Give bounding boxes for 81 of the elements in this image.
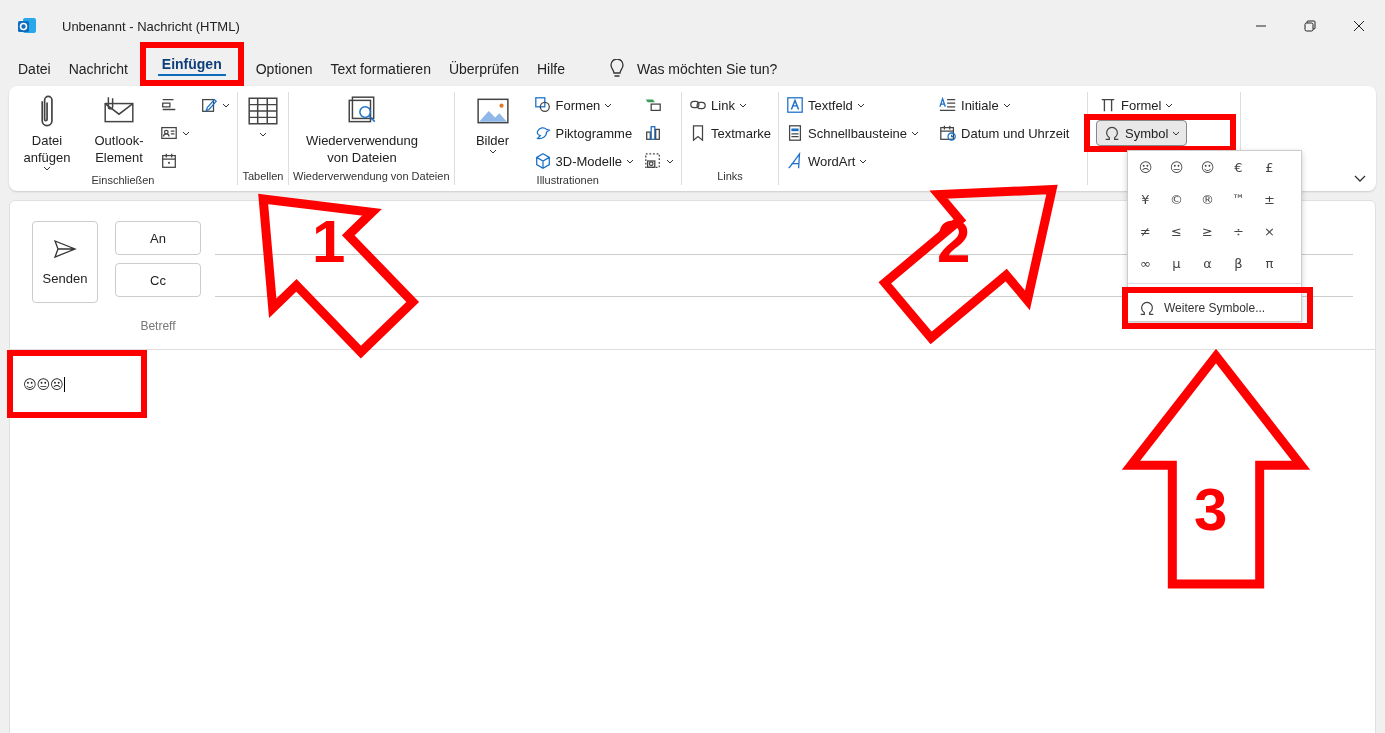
symbol-option[interactable]: ☹ (1130, 151, 1161, 183)
symbol-option[interactable]: µ (1161, 247, 1192, 279)
caret-icon (1165, 102, 1174, 108)
subject-label: Betreff (139, 319, 177, 333)
shapes-icon (533, 96, 552, 114)
group-label: Wiederverwendung von Dateien (293, 170, 450, 184)
ribbon-button[interactable]: Formen (530, 92, 638, 118)
symbol-option[interactable]: ® (1192, 183, 1223, 215)
ribbon-button[interactable]: Datum und Uhrzeit (936, 120, 1073, 146)
symbol-option[interactable]: ∞ (1130, 247, 1161, 279)
cube-icon (533, 152, 552, 170)
callout-number: 3 (1194, 480, 1228, 540)
message-body-text[interactable]: ☺😐☹ (23, 376, 65, 392)
contact-card-icon (160, 124, 178, 142)
symbol-option[interactable]: ÷ (1223, 215, 1254, 247)
menu-tab[interactable]: Datei (12, 55, 57, 83)
pen-icon (200, 96, 218, 114)
ribbon-button[interactable]: Initiale (936, 92, 1073, 118)
symbol-option[interactable]: ™ (1223, 183, 1254, 215)
ribbon-button[interactable]: Schnellbausteine (783, 120, 923, 146)
group-label: Tabellen (242, 170, 284, 184)
callout-number: 1 (312, 212, 346, 272)
symbol-option[interactable]: ≥ (1192, 215, 1223, 247)
drop-cap-icon (939, 96, 958, 114)
symbol-option[interactable]: £ (1254, 151, 1285, 183)
menu-tab[interactable]: Optionen (249, 55, 319, 83)
search-prompt[interactable]: Was möchten Sie tun? (637, 61, 778, 77)
send-button[interactable]: Senden (32, 221, 98, 303)
menu-tab[interactable]: Hilfe (530, 55, 571, 83)
symbol-option[interactable]: × (1254, 215, 1285, 247)
symbol-option[interactable]: € (1223, 151, 1254, 183)
caret-icon (1172, 130, 1181, 136)
menu-tab[interactable]: Nachricht (62, 55, 134, 83)
symbol-option[interactable]: β (1223, 247, 1254, 279)
ribbon-button[interactable]: Datei anfügen (13, 92, 81, 173)
send-icon (53, 238, 77, 259)
ribbon-button[interactable]: Wiederverwendung von Dateien (293, 92, 431, 168)
symbol-option[interactable]: α (1192, 247, 1223, 279)
close-icon[interactable] (1353, 20, 1365, 32)
menu-tab[interactable]: Text formatieren (324, 55, 437, 83)
omega-icon (1138, 299, 1156, 317)
ribbon-button[interactable]: 3D-Modelle (530, 148, 638, 174)
omega-icon (1103, 124, 1121, 142)
symbol-button[interactable]: Symbol (1096, 120, 1188, 146)
symbol-option[interactable]: © (1161, 183, 1192, 215)
window-title: Unbenannt - Nachricht (HTML) (62, 18, 240, 34)
ribbon-button[interactable]: Link (686, 92, 774, 118)
symbol-option[interactable]: ¥ (1130, 183, 1161, 215)
ribbon-button[interactable]: Textmarke (686, 120, 774, 146)
group-label: Illustrationen (535, 174, 600, 186)
calendar-icon (160, 152, 178, 170)
document-icon (786, 124, 804, 142)
bar-chart-icon (644, 124, 663, 142)
screenshot-icon (644, 152, 663, 170)
cc-button[interactable]: Cc (115, 263, 201, 297)
ribbon-button[interactable]: Outlook-Element (85, 92, 153, 168)
to-button[interactable]: An (115, 221, 201, 255)
more-symbols-item[interactable]: Weitere Symbole... (1132, 293, 1272, 323)
menu-tab[interactable]: Überprüfen (442, 55, 525, 83)
text-box-icon (786, 96, 804, 114)
group-label: Einschließen (90, 174, 156, 186)
paperclip-icon (40, 94, 54, 128)
group-label: Links (716, 170, 744, 184)
menu-tab[interactable]: Einfügen (157, 52, 226, 76)
ribbon-button[interactable]: Piktogramme (530, 120, 638, 146)
ribbon-button[interactable]: Textfeld (783, 92, 923, 118)
symbol-option[interactable]: π (1254, 247, 1285, 279)
ribbon-button[interactable]: WordArt (783, 148, 923, 174)
restore-icon[interactable] (1304, 20, 1316, 32)
ribbon-button[interactable]: Bilder (458, 92, 527, 156)
symbol-option[interactable]: ≠ (1130, 215, 1161, 247)
pi-icon (1099, 96, 1117, 114)
chevron-down-icon[interactable] (1354, 175, 1366, 183)
lightbulb-icon[interactable] (607, 59, 627, 79)
symbol-option[interactable]: ≤ (1161, 215, 1192, 247)
symbol-option[interactable]: ☺ (1192, 151, 1223, 183)
symbol-option[interactable]: 😐 (1161, 151, 1192, 183)
symbol-option[interactable]: ± (1254, 183, 1285, 215)
ribbon-button[interactable]: Formel (1096, 92, 1236, 118)
calendar-clock-icon (939, 124, 958, 142)
outlook-logo-icon (17, 16, 37, 36)
